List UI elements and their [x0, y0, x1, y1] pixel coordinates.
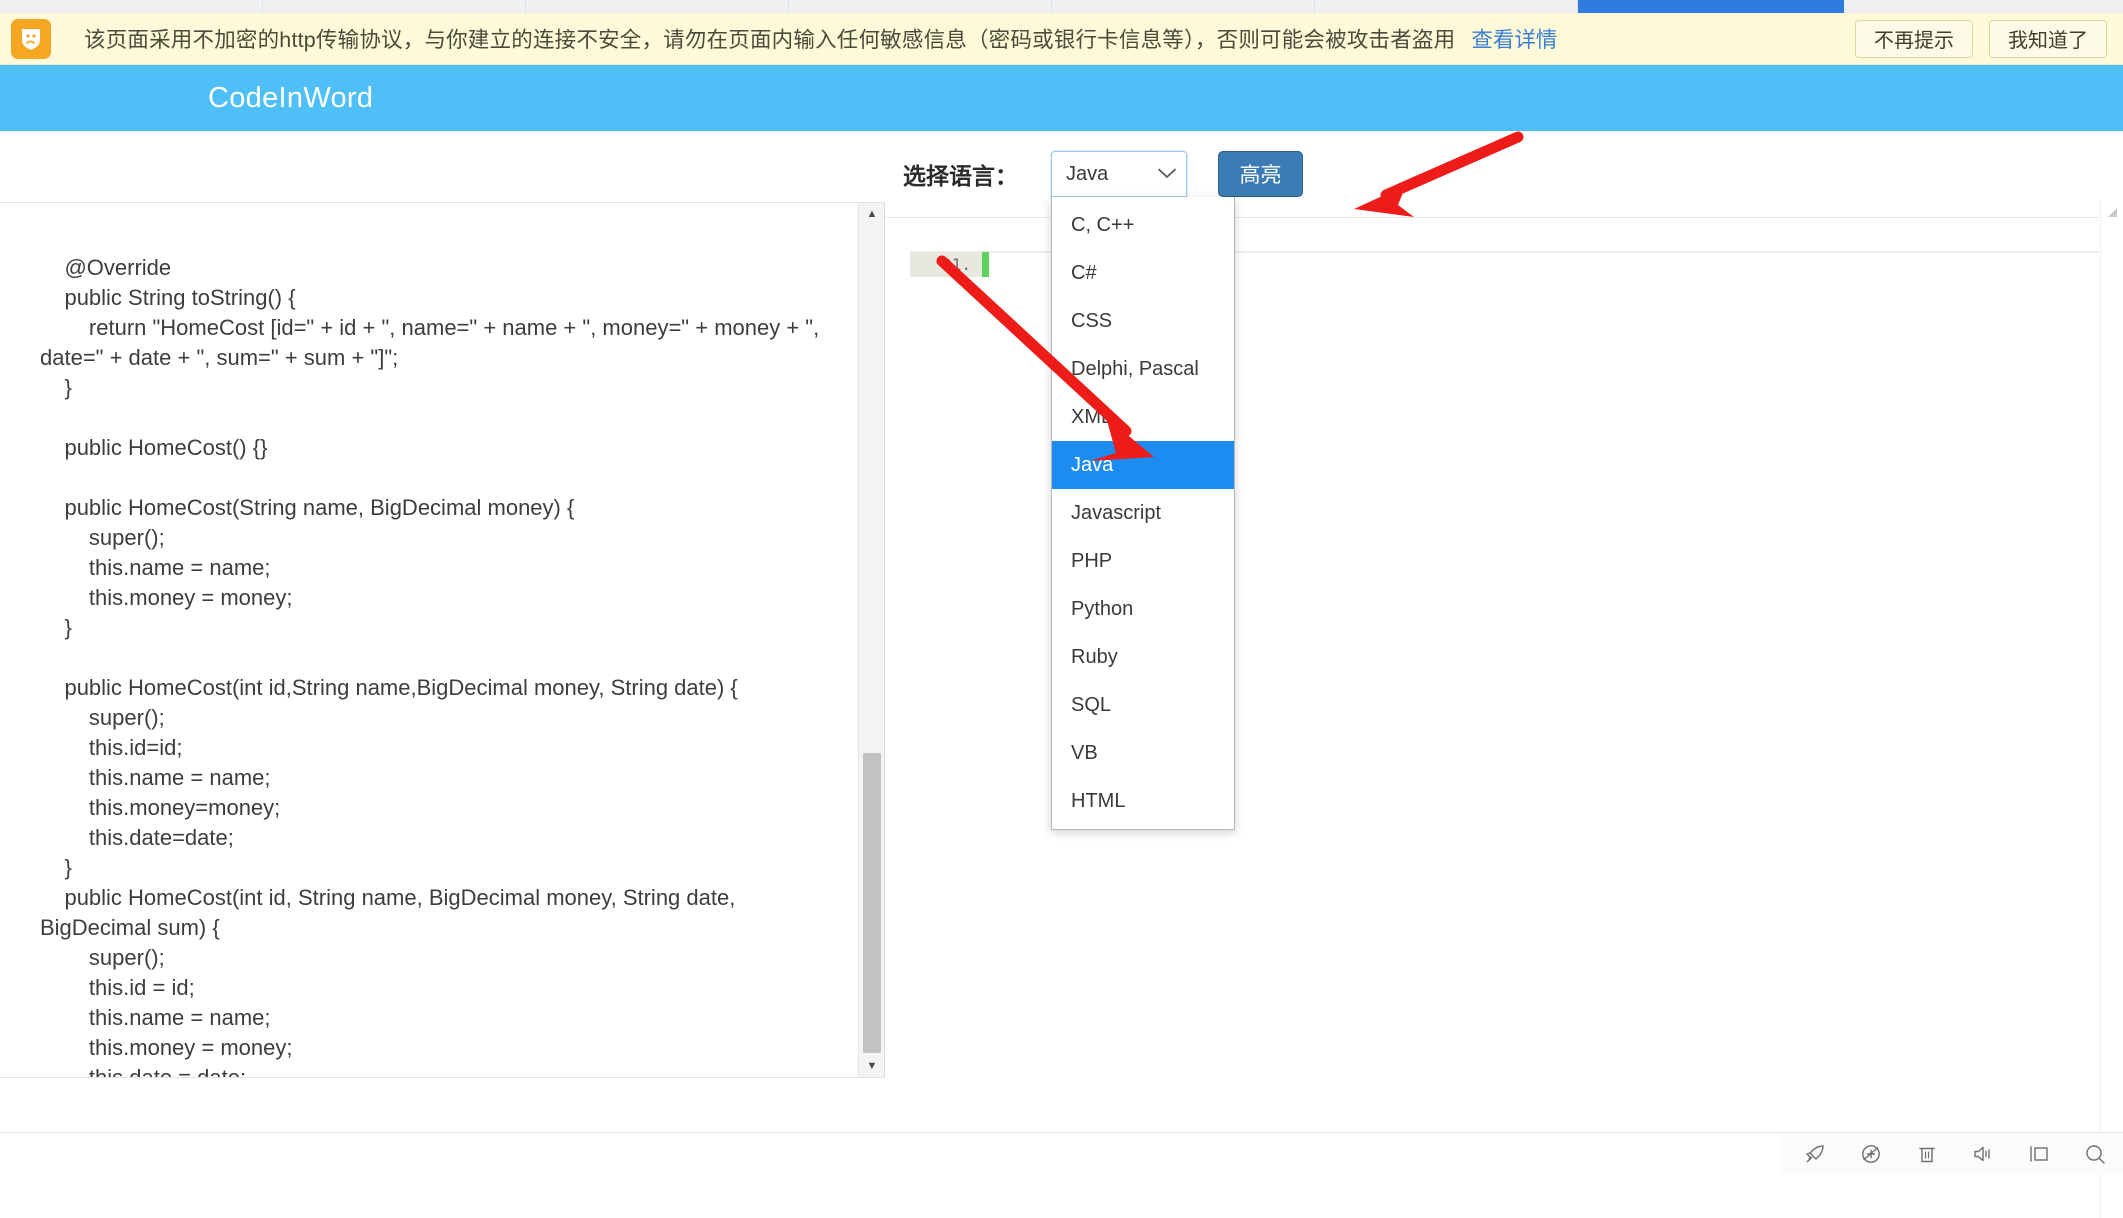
language-option[interactable]: Ruby: [1052, 633, 1234, 681]
browser-tab-strip[interactable]: [0, 0, 2123, 13]
language-select[interactable]: Java: [1051, 151, 1187, 197]
editor-caret: [982, 252, 989, 277]
work-area: 选择语言： Java C, C++C#CSSDelphi, PascalXMLJ…: [886, 131, 2123, 1141]
scroll-up-arrow-icon[interactable]: ▲: [859, 203, 885, 225]
sad-face-shield-icon: [11, 19, 51, 59]
code-text: @Override public String toString() { ret…: [40, 253, 840, 1078]
language-option[interactable]: Javascript: [1052, 489, 1234, 537]
sidebar-icon[interactable]: [2011, 1133, 2067, 1175]
system-taskbar-blank: [0, 1133, 1780, 1175]
page-scrollbar[interactable]: [2100, 200, 2123, 1218]
scroll-down-arrow-icon[interactable]: ▼: [859, 1055, 885, 1077]
language-select-value: Java: [1066, 163, 1158, 186]
code-panel-scrollbar[interactable]: ▲ ▼: [858, 203, 884, 1077]
browser-tab[interactable]: [0, 0, 263, 13]
language-option[interactable]: SQL: [1052, 681, 1234, 729]
browser-tab[interactable]: [1052, 0, 1315, 13]
page-scroll-up-arrow-icon[interactable]: [2101, 200, 2123, 224]
browser-tab[interactable]: [1315, 0, 1578, 13]
add-circle-icon[interactable]: [1843, 1133, 1899, 1175]
language-option[interactable]: VB: [1052, 729, 1234, 777]
site-header: CodeInWord: [0, 65, 2123, 131]
editor-line-number: 01.: [910, 252, 982, 277]
acknowledge-button[interactable]: 我知道了: [1989, 20, 2107, 58]
rocket-icon[interactable]: [1787, 1133, 1843, 1175]
language-option[interactable]: C#: [1052, 249, 1234, 297]
view-details-link[interactable]: 查看详情: [1471, 23, 1557, 54]
language-toolbar: 选择语言： Java C, C++C#CSSDelphi, PascalXMLJ…: [886, 151, 1303, 197]
volume-icon[interactable]: [1955, 1133, 2011, 1175]
browser-tab-active[interactable]: [1578, 0, 1844, 13]
warning-message: 该页面采用不加密的http传输协议，与你建立的连接不安全，请勿在页面内输入任何敏…: [84, 23, 1455, 54]
do-not-remind-button[interactable]: 不再提示: [1855, 20, 1973, 58]
browser-tab[interactable]: [526, 0, 789, 13]
system-taskbar: [0, 1132, 2123, 1174]
highlight-button[interactable]: 高亮: [1218, 151, 1303, 197]
language-option-list[interactable]: C, C++C#CSSDelphi, PascalXMLJavaJavascri…: [1051, 197, 1235, 830]
page-body: @Override public String toString() { ret…: [0, 131, 2123, 1174]
insecure-http-warning-bar: 该页面采用不加密的http传输协议，与你建立的连接不安全，请勿在页面内输入任何敏…: [0, 13, 2123, 65]
chevron-down-icon: [1158, 167, 1176, 182]
browser-tab[interactable]: [789, 0, 1052, 13]
search-icon[interactable]: [2067, 1133, 2123, 1175]
language-option[interactable]: Delphi, Pascal: [1052, 345, 1234, 393]
language-option[interactable]: Python: [1052, 585, 1234, 633]
language-label: 选择语言：: [903, 157, 1018, 191]
browser-tab[interactable]: [263, 0, 526, 13]
language-option[interactable]: HTML: [1052, 777, 1234, 825]
language-option[interactable]: PHP: [1052, 537, 1234, 585]
browser-tab-strip-filler: [1844, 0, 2123, 13]
language-option[interactable]: XML: [1052, 393, 1234, 441]
page-title: CodeInWord: [208, 82, 373, 115]
language-option[interactable]: Java: [1052, 441, 1234, 489]
trash-icon[interactable]: [1899, 1133, 1955, 1175]
language-option[interactable]: C, C++: [1052, 201, 1234, 249]
code-document-panel: @Override public String toString() { ret…: [0, 202, 885, 1078]
language-select-wrapper: Java C, C++C#CSSDelphi, PascalXMLJavaJav…: [1051, 151, 1187, 197]
scrollbar-thumb[interactable]: [863, 753, 881, 1053]
language-option[interactable]: CSS: [1052, 297, 1234, 345]
